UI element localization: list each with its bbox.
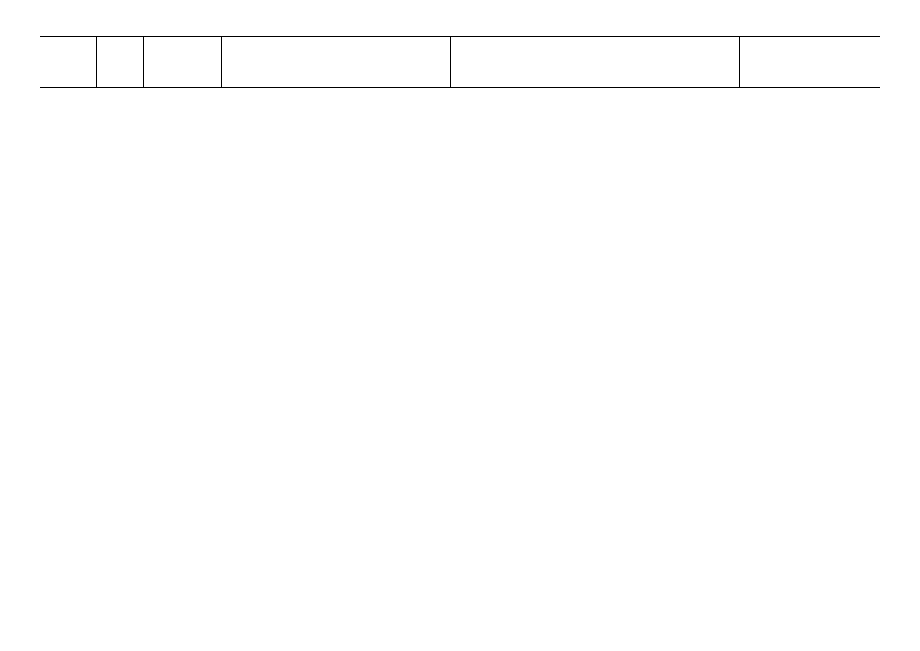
table-container: [40, 36, 880, 88]
table-cell: [40, 37, 96, 88]
data-table: [40, 36, 880, 88]
table-cell: [96, 37, 143, 88]
table-cell: [143, 37, 221, 88]
table-row: [40, 37, 880, 88]
table-cell: [450, 37, 739, 88]
table-cell: [221, 37, 450, 88]
table-cell: [739, 37, 880, 88]
